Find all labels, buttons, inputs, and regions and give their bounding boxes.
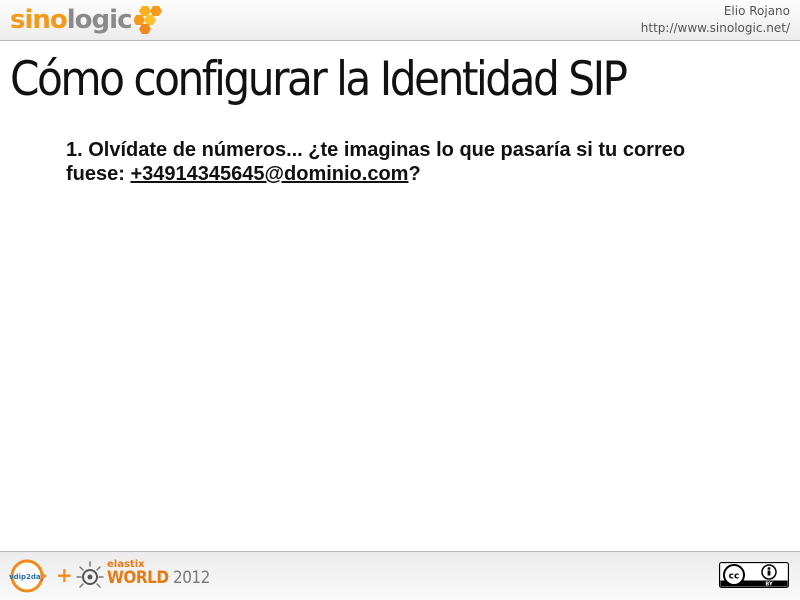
creative-commons-badge: cc BY	[719, 562, 789, 588]
author-name: Elio Rojano	[723, 4, 790, 18]
point-1-end: ?	[408, 163, 421, 185]
logo-sino: sino	[10, 5, 68, 35]
footer-bar: vdip2day + elastix WORLD 2012	[0, 551, 800, 600]
author-url: http://www.sinologic.net/	[640, 21, 790, 35]
elastix-world-year: WORLD 2012	[107, 570, 210, 587]
cc-text: cc	[729, 572, 740, 582]
bullet-point-1: 1. Olvídate de números... ¿te imaginas l…	[66, 138, 746, 186]
author-info: Elio Rojano http://www.sinologic.net/	[641, 3, 790, 37]
header-bar: sinologic Elio Rojano http://www.sinolog…	[0, 0, 800, 41]
by-text: BY	[765, 582, 773, 588]
attribution-person-icon	[761, 564, 777, 580]
logo-logic: logic	[66, 5, 133, 35]
sinologic-logo: sinologic	[10, 4, 166, 36]
elastix-world-logo: elastix WORLD 2012	[107, 560, 210, 587]
year-label: 2012	[168, 568, 210, 588]
voip2day-logo-icon: vdip2day	[9, 559, 47, 593]
hexagon-logo-icon	[134, 6, 163, 34]
example-email-link[interactable]: +34914345645@dominio.com	[130, 163, 408, 185]
world-label: WORLD	[107, 568, 169, 588]
plus-sign: +	[56, 563, 73, 587]
logo-wordmark: sinologic	[10, 4, 133, 36]
elastix-gear-icon	[76, 561, 104, 588]
slide: sinologic Elio Rojano http://www.sinolog…	[0, 0, 800, 600]
creative-commons-icon: cc	[723, 564, 745, 586]
vd-logo-text: vdip2day	[9, 573, 45, 581]
slide-title: Cómo configurar la Identidad SIP	[10, 52, 628, 107]
